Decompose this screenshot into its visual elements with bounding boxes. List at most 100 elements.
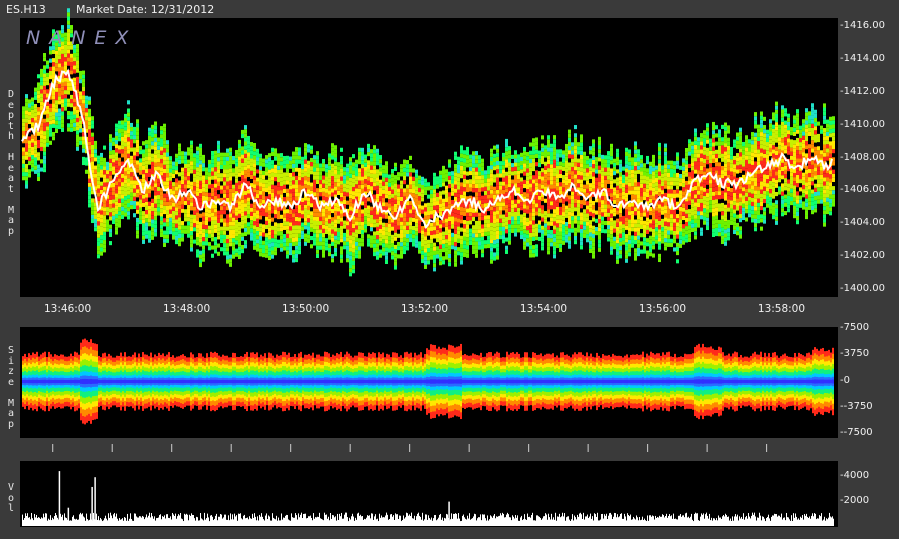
depth-cell — [37, 86, 40, 91]
depth-cell — [334, 223, 337, 228]
depth-cell — [121, 149, 124, 154]
depth-cell — [127, 124, 130, 130]
depth-cell — [217, 214, 220, 219]
depth-cell — [637, 153, 640, 158]
depth-cell — [664, 176, 667, 181]
depth-cell — [106, 223, 109, 228]
depth-cell — [166, 140, 169, 145]
depth-cell — [472, 151, 475, 156]
depth-cell — [592, 151, 595, 156]
depth-cell — [418, 245, 421, 250]
depth-cell — [415, 231, 418, 236]
depth-cell — [481, 158, 484, 163]
depth-cell — [22, 130, 25, 136]
depth-cell — [193, 169, 196, 174]
depth-cell — [97, 225, 100, 230]
depth-cell — [67, 82, 70, 87]
depth-cell — [607, 229, 610, 234]
depth-cell — [436, 246, 439, 251]
depth-cell — [55, 104, 58, 109]
depth-cell — [481, 162, 484, 167]
depth-cell — [199, 221, 202, 226]
depth-cell — [601, 163, 604, 168]
depth-cell — [91, 198, 94, 203]
depth-cell — [292, 217, 295, 222]
depth-cell — [127, 203, 130, 208]
depth-cell — [562, 207, 565, 213]
depth-cell — [679, 219, 682, 224]
depth-cell — [214, 224, 217, 229]
depth-cell — [499, 206, 502, 211]
depth-cell — [571, 203, 574, 209]
depth-cell — [154, 207, 157, 212]
nanex-chart — [20, 8, 838, 527]
depth-cell — [370, 161, 373, 166]
depth-cell — [673, 247, 676, 252]
depth-cell — [127, 129, 130, 134]
depth-cell — [562, 187, 565, 192]
depth-cell — [280, 235, 283, 240]
depth-cell — [94, 153, 97, 158]
depth-cell — [667, 164, 670, 169]
depth-cell — [226, 193, 229, 198]
depth-cell — [490, 206, 493, 211]
depth-cell — [40, 72, 43, 78]
depth-cell — [643, 183, 646, 188]
depth-cell — [427, 260, 430, 265]
depth-cell — [520, 222, 523, 227]
depth-cell — [193, 223, 196, 228]
depth-cell — [28, 161, 31, 166]
depth-cell — [517, 199, 520, 204]
depth-cell — [220, 210, 223, 215]
depth-cell — [346, 245, 349, 250]
depth-cell — [532, 175, 535, 180]
depth-cell — [139, 203, 142, 208]
depth-cell — [682, 187, 685, 192]
depth-cell — [259, 248, 262, 253]
depth-cell — [589, 224, 592, 229]
depth-cell — [163, 242, 166, 247]
depth-cell — [391, 210, 394, 215]
depth-cell — [517, 158, 520, 163]
depth-cell — [274, 185, 277, 190]
depth-cell — [211, 212, 214, 217]
depth-cell — [526, 172, 529, 177]
depth-cell — [55, 87, 58, 92]
depth-cell — [64, 90, 67, 95]
depth-cell — [538, 171, 541, 176]
depth-cell — [214, 228, 217, 233]
depth-cell — [691, 203, 694, 208]
depth-cell — [688, 200, 691, 205]
depth-cell — [532, 138, 535, 143]
depth-cell — [460, 190, 463, 195]
depth-cell — [163, 144, 166, 149]
depth-cell — [640, 233, 643, 238]
depth-cell — [676, 181, 679, 186]
depth-cell — [25, 143, 28, 148]
depth-cell — [55, 63, 58, 68]
depth-cell — [202, 163, 205, 168]
depth-cell — [262, 195, 265, 200]
depth-cell — [463, 240, 466, 245]
depth-cell — [526, 176, 529, 181]
depth-cell — [127, 174, 130, 179]
depth-cell — [406, 188, 409, 193]
depth-cell — [517, 228, 520, 233]
depth-cell — [616, 185, 619, 190]
depth-cell — [358, 209, 361, 214]
depth-cell — [337, 178, 340, 183]
depth-cell — [598, 206, 601, 211]
depth-cell — [172, 169, 175, 174]
depth-cell — [457, 173, 460, 178]
depth-cell — [118, 161, 121, 166]
depth-cell — [151, 219, 154, 224]
depth-cell — [589, 183, 592, 188]
depth-cell — [550, 147, 553, 152]
depth-cell — [616, 230, 619, 236]
depth-cell — [613, 220, 616, 225]
depth-cell — [358, 184, 361, 189]
depth-cell — [226, 251, 229, 256]
depth-cell — [346, 167, 349, 172]
depth-cell — [460, 170, 463, 175]
depth-cell — [121, 190, 124, 195]
